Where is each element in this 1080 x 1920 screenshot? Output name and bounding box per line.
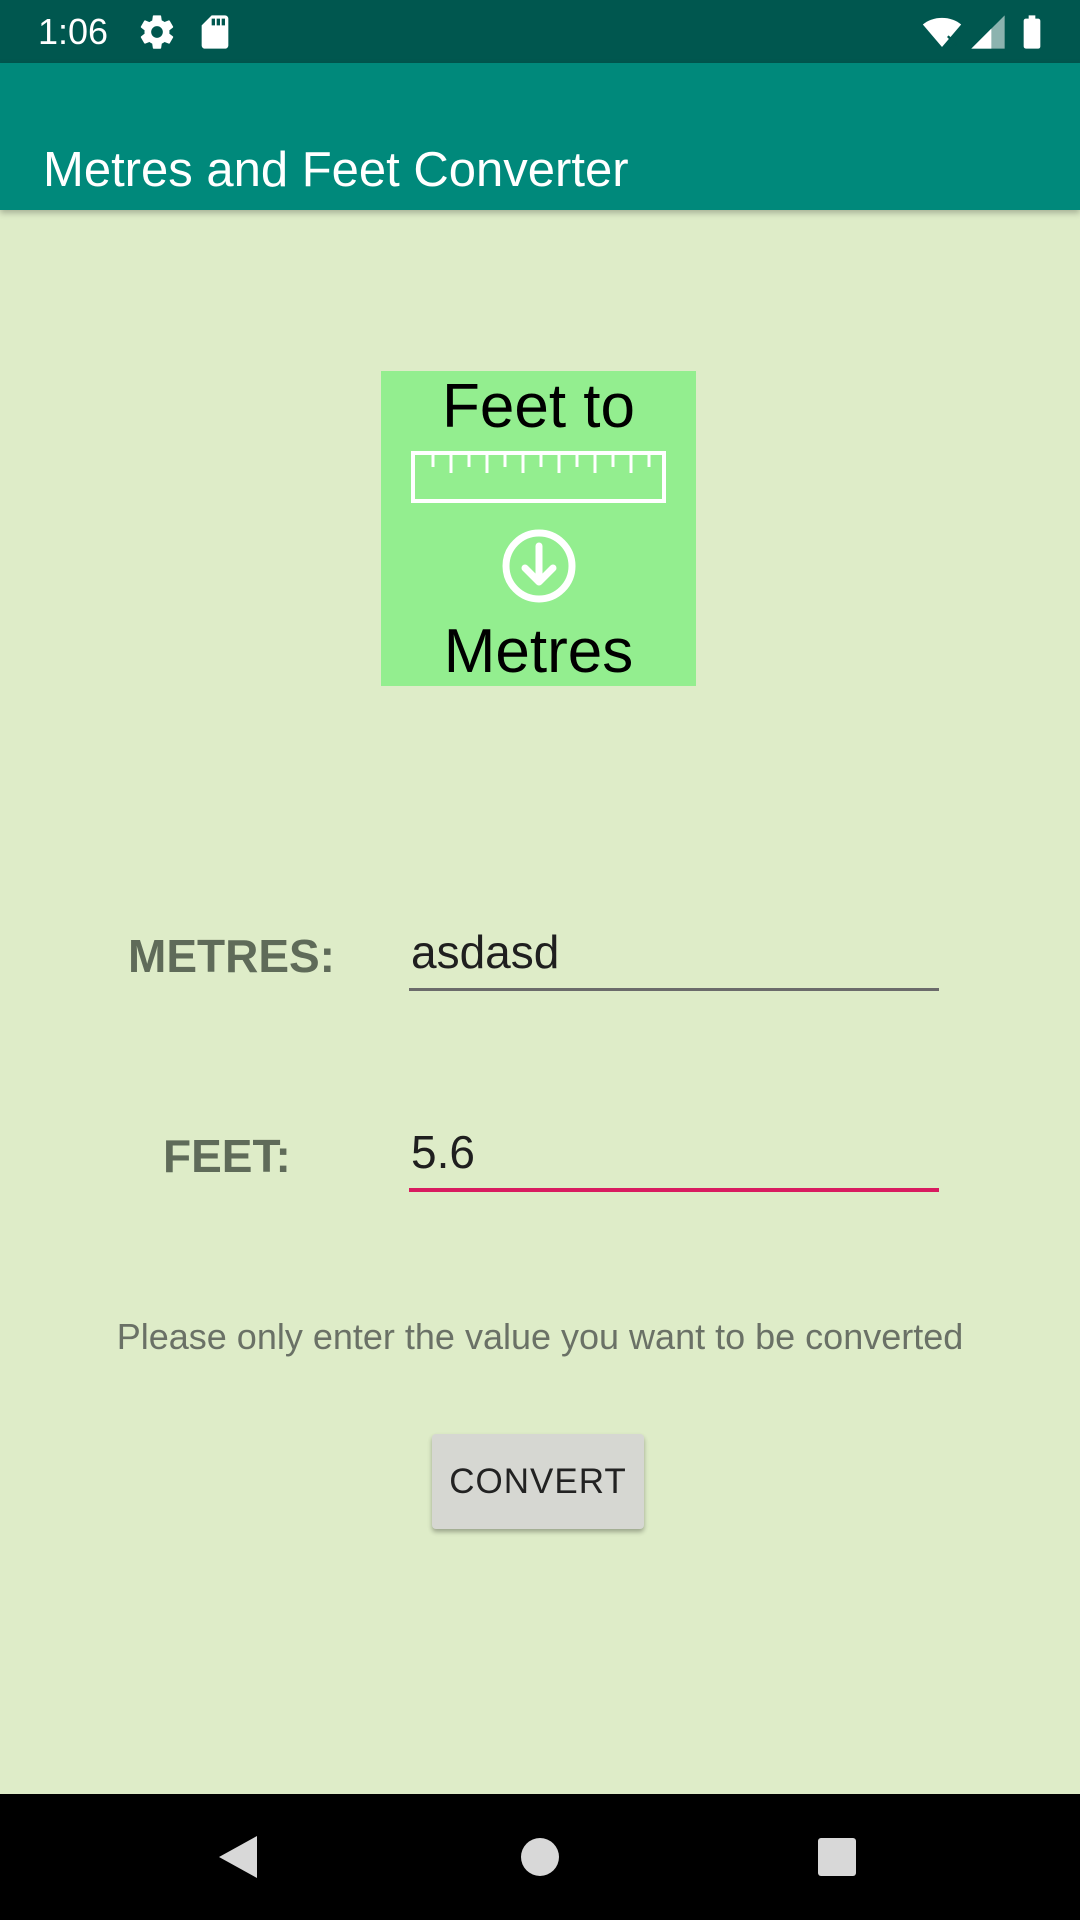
metres-label: METRES: xyxy=(128,930,335,982)
logo-text-bottom: Metres xyxy=(443,617,634,686)
battery-icon xyxy=(1023,15,1041,49)
feet-input-value: 5.6 xyxy=(411,1126,475,1178)
signal-icon xyxy=(971,15,1005,49)
arrow-down-circle-icon xyxy=(502,529,576,603)
feet-label: FEET: xyxy=(163,1130,291,1182)
status-bar: 1:06 xyxy=(0,0,1080,63)
navigation-bar xyxy=(0,1794,1080,1920)
app-logo: Feet to Metres xyxy=(381,371,696,686)
recents-icon[interactable] xyxy=(812,1832,862,1882)
wifi-icon xyxy=(922,17,962,47)
metres-input[interactable]: asdasd xyxy=(409,918,939,991)
app-bar: Metres and Feet Converter xyxy=(0,63,1080,210)
hint-text: Please only enter the value you want to … xyxy=(116,1316,964,1357)
status-time: 1:06 xyxy=(38,11,109,52)
home-icon[interactable] xyxy=(515,1832,565,1882)
main-content: Feet to Metres METRES: asdasd FEET: 5.6 … xyxy=(0,210,1080,1794)
feet-input[interactable]: 5.6 xyxy=(409,1118,939,1192)
sd-card-icon xyxy=(201,15,229,49)
app-title: Metres and Feet Converter xyxy=(43,142,629,197)
ruler-icon xyxy=(411,451,666,503)
back-icon[interactable] xyxy=(213,1832,263,1882)
metres-input-value: asdasd xyxy=(411,926,560,978)
gear-icon xyxy=(140,15,174,49)
app-screen: 1:06 Metres and Feet Converter Feet to M… xyxy=(0,0,1080,1920)
logo-text-top: Feet to xyxy=(442,372,635,441)
convert-button[interactable]: CONVERT xyxy=(432,1434,644,1529)
